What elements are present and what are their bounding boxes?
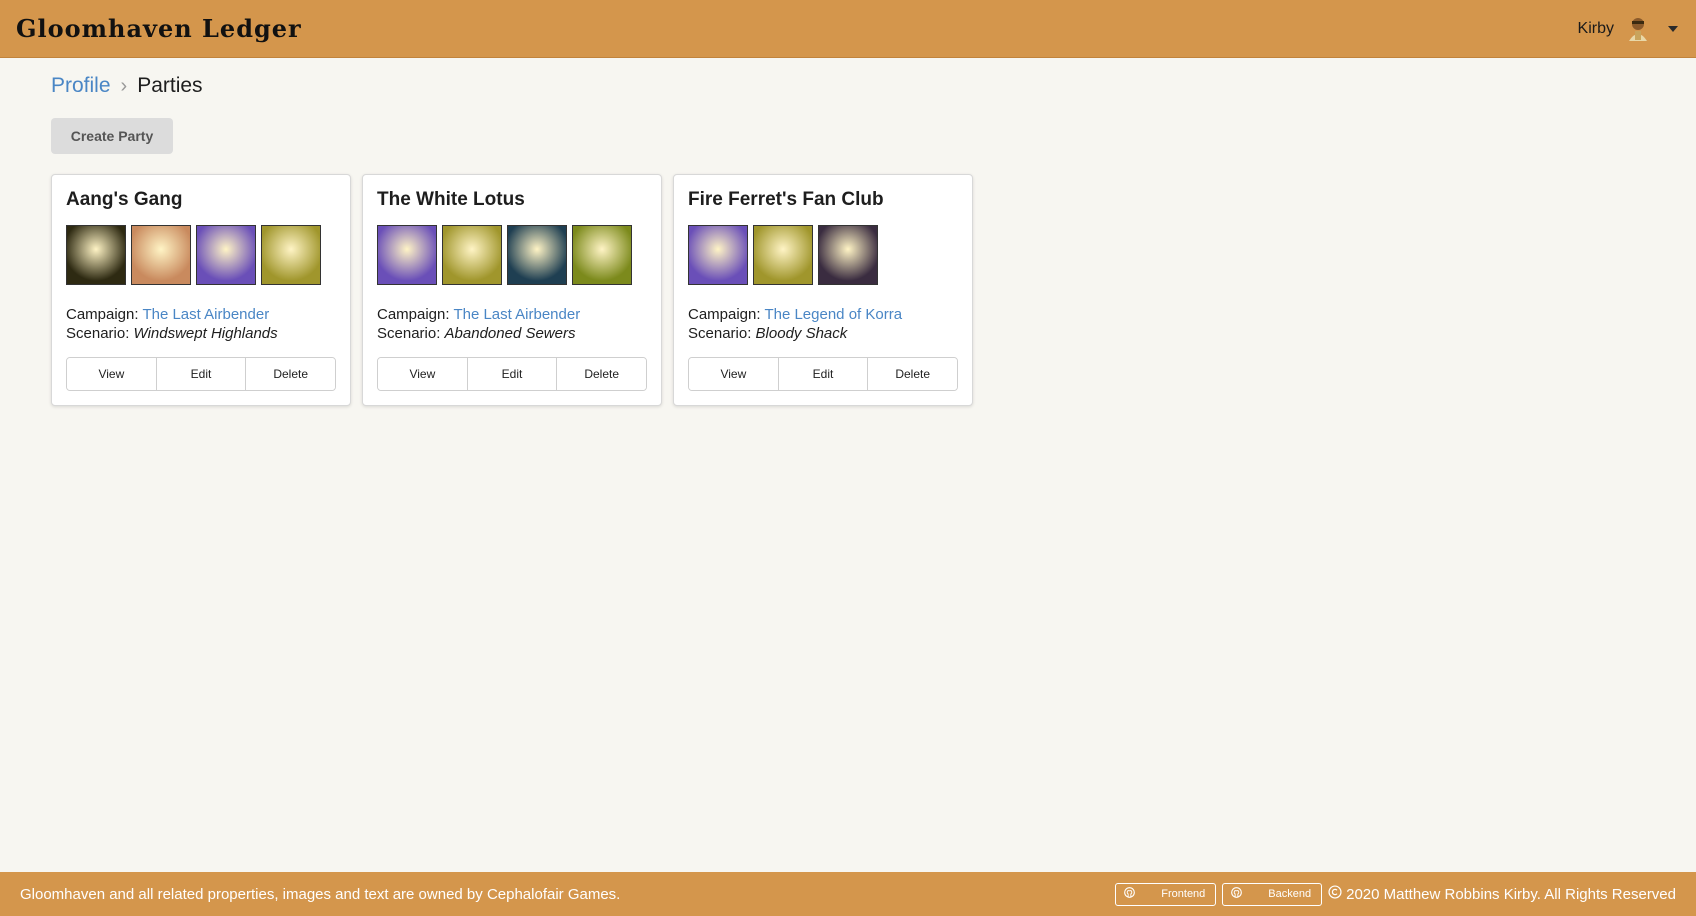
- frontend-repo-button[interactable]: Frontend: [1115, 882, 1217, 906]
- scenario-line: Scenario: Windswept Highlands: [66, 324, 336, 343]
- footer-links: Frontend Backend 2020 Matthew Robbins Ki…: [1115, 882, 1676, 906]
- party-actions: View Edit Delete: [66, 357, 336, 391]
- delete-button[interactable]: Delete: [557, 358, 646, 390]
- character-portrait: [688, 225, 748, 285]
- party-name: Fire Ferret's Fan Club: [688, 189, 884, 210]
- scenario-name: Windswept Highlands: [133, 325, 278, 342]
- user-menu[interactable]: Kirby: [1578, 15, 1678, 43]
- campaign-link[interactable]: The Last Airbender: [142, 306, 269, 323]
- character-portrait: [377, 225, 437, 285]
- frontend-label: Frontend: [1161, 888, 1206, 900]
- party-actions: View Edit Delete: [688, 357, 958, 391]
- party-card: Fire Ferret's Fan Club Campaign: The Leg…: [673, 174, 973, 406]
- github-icon: [1124, 887, 1136, 901]
- portrait-row: [66, 225, 336, 285]
- character-portrait: [261, 225, 321, 285]
- party-actions: View Edit Delete: [377, 357, 647, 391]
- campaign-line: Campaign: The Last Airbender: [377, 305, 647, 324]
- copyright: 2020 Matthew Robbins Kirby. All Rights R…: [1328, 885, 1676, 903]
- scenario-label: Scenario:: [377, 325, 441, 342]
- portrait-row: [377, 225, 647, 285]
- scenario-name: Abandoned Sewers: [444, 325, 576, 342]
- scenario-name: Bloody Shack: [755, 325, 848, 342]
- scenario-line: Scenario: Abandoned Sewers: [377, 324, 647, 343]
- character-avatar-icon[interactable]: [1624, 15, 1652, 43]
- character-portrait: [507, 225, 567, 285]
- party-name: Aang's Gang: [66, 189, 183, 210]
- character-portrait: [818, 225, 878, 285]
- view-button[interactable]: View: [67, 358, 157, 390]
- delete-button[interactable]: Delete: [868, 358, 957, 390]
- campaign-label: Campaign:: [66, 306, 139, 323]
- view-button[interactable]: View: [378, 358, 468, 390]
- campaign-link[interactable]: The Legend of Korra: [764, 306, 902, 323]
- footer-notice: Gloomhaven and all related properties, i…: [20, 885, 621, 903]
- character-portrait: [753, 225, 813, 285]
- copyright-text: 2020 Matthew Robbins Kirby. All Rights R…: [1346, 885, 1676, 903]
- character-portrait: [66, 225, 126, 285]
- chevron-right-icon: ›: [120, 74, 128, 97]
- top-navbar: Gloomhaven Ledger Kirby: [0, 0, 1696, 58]
- edit-button[interactable]: Edit: [467, 358, 558, 390]
- campaign-line: Campaign: The Last Airbender: [66, 305, 336, 324]
- character-portrait: [442, 225, 502, 285]
- view-button[interactable]: View: [689, 358, 779, 390]
- character-portrait: [131, 225, 191, 285]
- breadcrumb-profile-link[interactable]: Profile: [51, 74, 111, 98]
- scenario-label: Scenario:: [688, 325, 752, 342]
- create-party-button[interactable]: Create Party: [51, 118, 173, 154]
- backend-label: Backend: [1268, 888, 1312, 900]
- campaign-label: Campaign:: [377, 306, 450, 323]
- portrait-row: [688, 225, 958, 285]
- brand-logo[interactable]: Gloomhaven Ledger: [16, 14, 302, 43]
- github-icon: [1231, 887, 1243, 901]
- campaign-link[interactable]: The Last Airbender: [453, 306, 580, 323]
- footer: Gloomhaven and all related properties, i…: [0, 872, 1696, 916]
- campaign-label: Campaign:: [688, 306, 761, 323]
- edit-button[interactable]: Edit: [778, 358, 869, 390]
- party-name: The White Lotus: [377, 189, 525, 210]
- character-portrait: [572, 225, 632, 285]
- party-card-list: Aang's Gang Campaign: The Last Airbender…: [51, 174, 973, 406]
- chevron-down-icon[interactable]: [1668, 25, 1678, 32]
- backend-repo-button[interactable]: Backend: [1222, 882, 1323, 906]
- user-name[interactable]: Kirby: [1578, 20, 1614, 38]
- scenario-line: Scenario: Bloody Shack: [688, 324, 958, 343]
- breadcrumb: Profile › Parties: [51, 74, 203, 98]
- campaign-line: Campaign: The Legend of Korra: [688, 305, 958, 324]
- edit-button[interactable]: Edit: [156, 358, 247, 390]
- page-title: Parties: [137, 74, 203, 97]
- character-portrait: [196, 225, 256, 285]
- copyright-icon: [1328, 885, 1342, 903]
- delete-button[interactable]: Delete: [246, 358, 335, 390]
- party-card: Aang's Gang Campaign: The Last Airbender…: [51, 174, 351, 406]
- party-card: The White Lotus Campaign: The Last Airbe…: [362, 174, 662, 406]
- scenario-label: Scenario:: [66, 325, 130, 342]
